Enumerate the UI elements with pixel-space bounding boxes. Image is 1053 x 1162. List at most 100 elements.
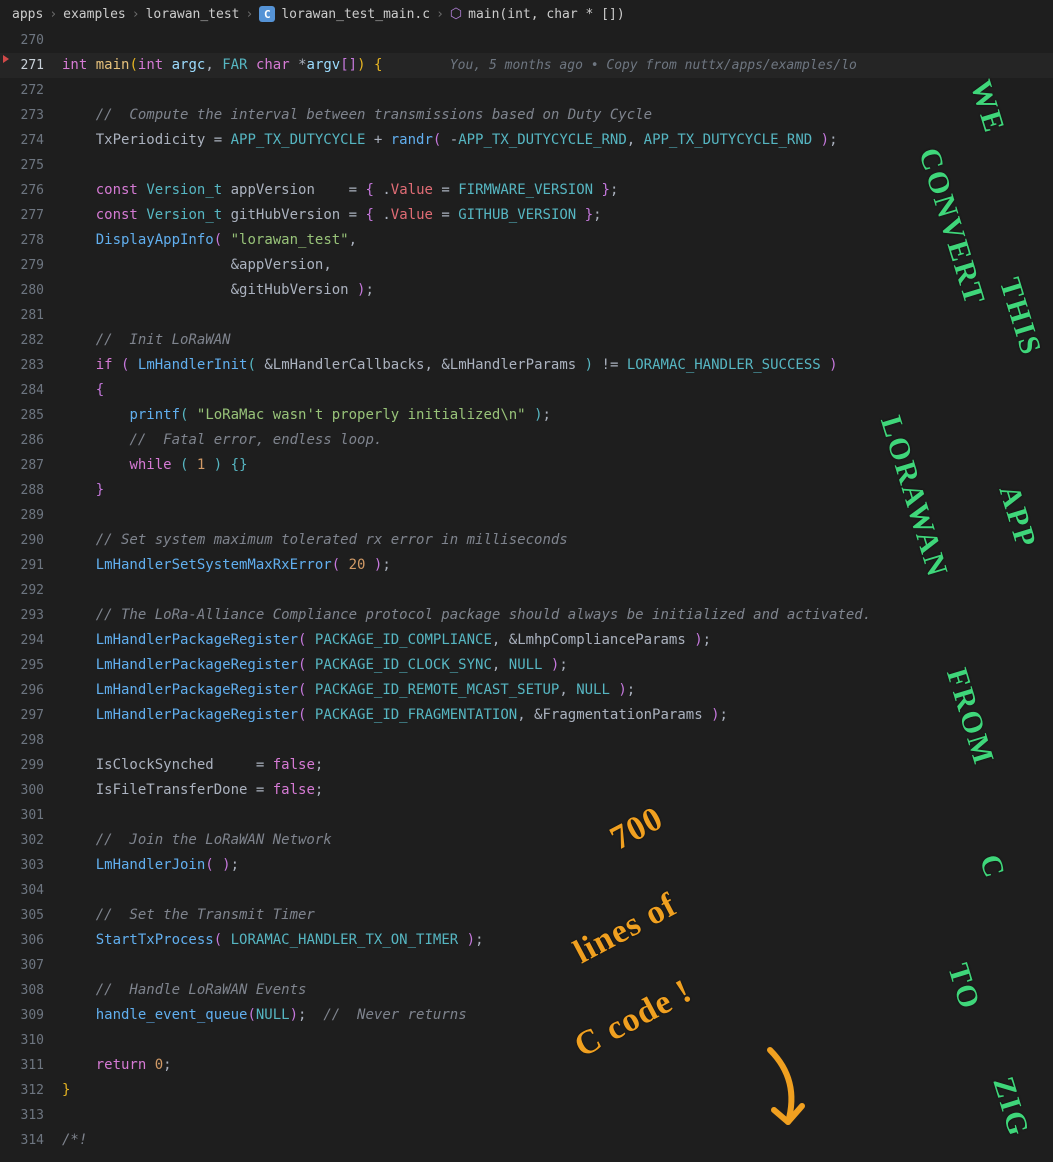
code-content[interactable]: // The LoRa-Alliance Compliance protocol…: [62, 603, 1053, 628]
code-content[interactable]: const Version_t appVersion = { .Value = …: [62, 178, 1053, 203]
code-content[interactable]: DisplayAppInfo( "lorawan_test",: [62, 228, 1053, 253]
code-content[interactable]: /*!: [62, 1128, 1053, 1153]
code-content[interactable]: LmHandlerPackageRegister( PACKAGE_ID_FRA…: [62, 703, 1053, 728]
code-content[interactable]: LmHandlerSetSystemMaxRxError( 20 );: [62, 553, 1053, 578]
code-line[interactable]: 306 StartTxProcess( LORAMAC_HANDLER_TX_O…: [0, 928, 1053, 953]
code-line[interactable]: 277 const Version_t gitHubVersion = { .V…: [0, 203, 1053, 228]
code-line[interactable]: 289: [0, 503, 1053, 528]
code-line[interactable]: 285 printf( "LoRaMac wasn't properly ini…: [0, 403, 1053, 428]
code-line[interactable]: 309 handle_event_queue(NULL); // Never r…: [0, 1003, 1053, 1028]
code-content[interactable]: LmHandlerPackageRegister( PACKAGE_ID_REM…: [62, 678, 1053, 703]
code-content[interactable]: }: [62, 478, 1053, 503]
code-content[interactable]: }: [62, 1078, 1053, 1103]
line-number: 281: [0, 303, 62, 328]
line-number: 290: [0, 528, 62, 553]
code-line[interactable]: 287 while ( 1 ) {}: [0, 453, 1053, 478]
code-line[interactable]: 305 // Set the Transmit Timer: [0, 903, 1053, 928]
breadcrumb-seg[interactable]: lorawan_test_main.c: [281, 7, 430, 22]
code-content[interactable]: TxPeriodicity = APP_TX_DUTYCYCLE + randr…: [62, 128, 1053, 153]
code-content[interactable]: // Fatal error, endless loop.: [62, 428, 1053, 453]
code-line[interactable]: 274 TxPeriodicity = APP_TX_DUTYCYCLE + r…: [0, 128, 1053, 153]
chevron-right-icon: ›: [246, 7, 254, 22]
code-editor[interactable]: 270271int main(int argc, FAR char *argv[…: [0, 28, 1053, 1162]
code-content[interactable]: {: [62, 378, 1053, 403]
code-line[interactable]: 293 // The LoRa-Alliance Compliance prot…: [0, 603, 1053, 628]
code-content[interactable]: LmHandlerPackageRegister( PACKAGE_ID_CLO…: [62, 653, 1053, 678]
code-content[interactable]: // Set system maximum tolerated rx error…: [62, 528, 1053, 553]
code-line[interactable]: 296 LmHandlerPackageRegister( PACKAGE_ID…: [0, 678, 1053, 703]
code-line[interactable]: 286 // Fatal error, endless loop.: [0, 428, 1053, 453]
code-content[interactable]: // Init LoRaWAN: [62, 328, 1053, 353]
code-line[interactable]: 300 IsFileTransferDone = false;: [0, 778, 1053, 803]
code-line[interactable]: 291 LmHandlerSetSystemMaxRxError( 20 );: [0, 553, 1053, 578]
line-number: 309: [0, 1003, 62, 1028]
code-line[interactable]: 314/*!: [0, 1128, 1053, 1153]
code-content[interactable]: &gitHubVersion );: [62, 278, 1053, 303]
code-line[interactable]: 275: [0, 153, 1053, 178]
code-line[interactable]: 313: [0, 1103, 1053, 1128]
line-number: 314: [0, 1128, 62, 1153]
code-line[interactable]: 304: [0, 878, 1053, 903]
code-content[interactable]: if ( LmHandlerInit( &LmHandlerCallbacks,…: [62, 353, 1053, 378]
code-line[interactable]: 280 &gitHubVersion );: [0, 278, 1053, 303]
chevron-right-icon: ›: [132, 7, 140, 22]
code-line[interactable]: 295 LmHandlerPackageRegister( PACKAGE_ID…: [0, 653, 1053, 678]
code-line[interactable]: 271int main(int argc, FAR char *argv[]) …: [0, 53, 1053, 78]
breadcrumb-seg[interactable]: apps: [12, 7, 43, 22]
code-content[interactable]: while ( 1 ) {}: [62, 453, 1053, 478]
code-line[interactable]: 278 DisplayAppInfo( "lorawan_test",: [0, 228, 1053, 253]
code-content[interactable]: // Join the LoRaWAN Network: [62, 828, 1053, 853]
code-line[interactable]: 301: [0, 803, 1053, 828]
chevron-right-icon: ›: [436, 7, 444, 22]
code-line[interactable]: 311 return 0;: [0, 1053, 1053, 1078]
breadcrumb-seg[interactable]: lorawan_test: [146, 7, 240, 22]
code-line[interactable]: 312}: [0, 1078, 1053, 1103]
code-content[interactable]: LmHandlerJoin( );: [62, 853, 1053, 878]
code-content[interactable]: const Version_t gitHubVersion = { .Value…: [62, 203, 1053, 228]
code-line[interactable]: 284 {: [0, 378, 1053, 403]
code-line[interactable]: 303 LmHandlerJoin( );: [0, 853, 1053, 878]
code-line[interactable]: 298: [0, 728, 1053, 753]
code-line[interactable]: 272: [0, 78, 1053, 103]
code-line[interactable]: 273 // Compute the interval between tran…: [0, 103, 1053, 128]
code-line[interactable]: 276 const Version_t appVersion = { .Valu…: [0, 178, 1053, 203]
code-line[interactable]: 302 // Join the LoRaWAN Network: [0, 828, 1053, 853]
code-content[interactable]: handle_event_queue(NULL); // Never retur…: [62, 1003, 1053, 1028]
code-content[interactable]: &appVersion,: [62, 253, 1053, 278]
code-content[interactable]: return 0;: [62, 1053, 1053, 1078]
code-content[interactable]: // Set the Transmit Timer: [62, 903, 1053, 928]
code-content[interactable]: IsFileTransferDone = false;: [62, 778, 1053, 803]
code-line[interactable]: 279 &appVersion,: [0, 253, 1053, 278]
symbol-method-icon: ⬡: [450, 6, 462, 22]
breadcrumb-seg[interactable]: main(int, char * []): [468, 7, 625, 22]
code-line[interactable]: 270: [0, 28, 1053, 53]
code-line[interactable]: 288 }: [0, 478, 1053, 503]
code-line[interactable]: 290 // Set system maximum tolerated rx e…: [0, 528, 1053, 553]
code-line[interactable]: 282 // Init LoRaWAN: [0, 328, 1053, 353]
git-blame-annotation[interactable]: You, 5 months ago • Copy from nuttx/apps…: [450, 58, 857, 73]
chevron-right-icon: ›: [49, 7, 57, 22]
code-content[interactable]: IsClockSynched = false;: [62, 753, 1053, 778]
code-content[interactable]: StartTxProcess( LORAMAC_HANDLER_TX_ON_TI…: [62, 928, 1053, 953]
line-number: 285: [0, 403, 62, 428]
code-line[interactable]: 281: [0, 303, 1053, 328]
code-line[interactable]: 310: [0, 1028, 1053, 1053]
code-line[interactable]: 283 if ( LmHandlerInit( &LmHandlerCallba…: [0, 353, 1053, 378]
code-line[interactable]: 297 LmHandlerPackageRegister( PACKAGE_ID…: [0, 703, 1053, 728]
line-number: 271: [0, 53, 62, 78]
code-line[interactable]: 308 // Handle LoRaWAN Events: [0, 978, 1053, 1003]
code-content[interactable]: // Handle LoRaWAN Events: [62, 978, 1053, 1003]
code-content[interactable]: // Compute the interval between transmis…: [62, 103, 1053, 128]
code-line[interactable]: 292: [0, 578, 1053, 603]
code-line[interactable]: 294 LmHandlerPackageRegister( PACKAGE_ID…: [0, 628, 1053, 653]
breadcrumb-seg[interactable]: examples: [63, 7, 126, 22]
code-content[interactable]: LmHandlerPackageRegister( PACKAGE_ID_COM…: [62, 628, 1053, 653]
line-number: 284: [0, 378, 62, 403]
code-line[interactable]: 299 IsClockSynched = false;: [0, 753, 1053, 778]
line-number: 304: [0, 878, 62, 903]
line-number: 274: [0, 128, 62, 153]
code-content[interactable]: int main(int argc, FAR char *argv[]) { Y…: [62, 53, 1053, 78]
code-line[interactable]: 307: [0, 953, 1053, 978]
code-content[interactable]: printf( "LoRaMac wasn't properly initial…: [62, 403, 1053, 428]
line-number: 282: [0, 328, 62, 353]
